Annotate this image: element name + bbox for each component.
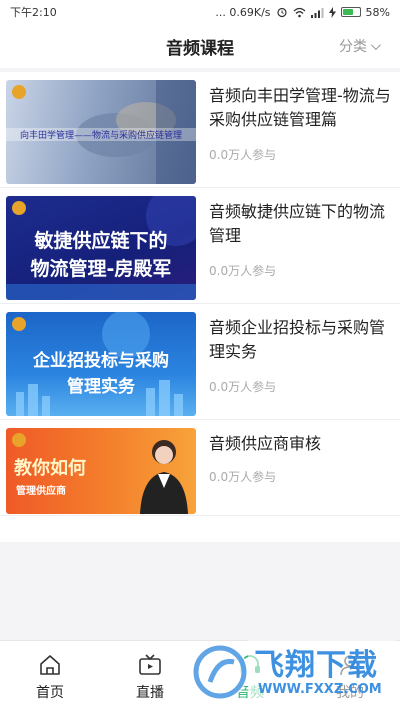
brand-logo-icon <box>12 85 26 99</box>
thumbnail-line-1: 企业招投标与采购 <box>33 351 169 371</box>
tab-label: 直播 <box>136 685 164 701</box>
course-title: 音频企业招投标与采购管理实务 <box>209 318 386 361</box>
course-title: 音频供应商审核 <box>209 434 322 453</box>
course-thumbnail: 企业招投标与采购 管理实务 <box>6 312 196 416</box>
tab-home[interactable]: 首页 <box>0 641 100 712</box>
course-list: 向丰田学管理——物流与采购供应链管理 音频向丰田学管理-物流与采购供应链管理篇 … <box>0 72 400 542</box>
status-time: 下午2:10 <box>10 6 57 19</box>
thumbnail-caption: 向丰田学管理——物流与采购供应链管理 <box>6 128 196 141</box>
battery-percent: 58% <box>365 5 390 19</box>
wifi-icon <box>293 7 305 17</box>
signal-icon <box>310 7 324 18</box>
brand-logo-icon <box>12 201 26 215</box>
user-icon <box>340 655 360 676</box>
tab-label: 首页 <box>36 685 64 701</box>
thumbnail-line-1: 教你如何 <box>14 458 86 479</box>
tab-audio[interactable]: 音频 <box>200 641 300 712</box>
tv-icon <box>139 654 161 675</box>
chevron-down-icon <box>370 39 381 50</box>
participant-count: 0.0万人参与 <box>209 148 277 162</box>
course-thumbnail: 向丰田学管理——物流与采购供应链管理 <box>6 80 196 184</box>
category-filter-button[interactable]: 分类 <box>339 36 381 56</box>
course-item[interactable]: 企业招投标与采购 管理实务 音频企业招投标与采购管理实务 0.0万人参与 <box>0 304 400 420</box>
thumbnail-line-2: 物流管理-房殿军 <box>30 258 172 280</box>
home-icon <box>40 655 60 675</box>
participant-count: 0.0万人参与 <box>209 470 277 484</box>
thumbnail-line-2: 管理实务 <box>67 377 135 397</box>
course-title: 音频向丰田学管理-物流与采购供应链管理篇 <box>209 86 391 129</box>
thumbnail-line-1: 敏捷供应链下的 <box>34 230 168 252</box>
course-thumbnail: 敏捷供应链下的 物流管理-房殿军 <box>6 196 196 300</box>
category-filter-label: 分类 <box>339 39 367 55</box>
audio-icon <box>240 655 260 673</box>
course-item[interactable]: 敏捷供应链下的 物流管理-房殿军 音频敏捷供应链下的物流管理 0.0万人参与 <box>0 188 400 304</box>
participant-count: 0.0万人参与 <box>209 264 277 278</box>
course-item[interactable]: 教你如何 管理供应商 音频供应商审核 0.0万人参与 <box>0 420 400 516</box>
course-title: 音频敏捷供应链下的物流管理 <box>209 202 386 245</box>
tab-live[interactable]: 直播 <box>100 641 200 712</box>
tab-label: 音频 <box>236 685 264 701</box>
alarm-icon <box>276 7 287 18</box>
charging-icon <box>328 6 336 18</box>
tab-label: 我的 <box>336 685 364 701</box>
thumbnail-line-2: 管理供应商 <box>16 486 66 497</box>
tab-profile[interactable]: 我的 <box>300 641 400 712</box>
course-item[interactable]: 向丰田学管理——物流与采购供应链管理 音频向丰田学管理-物流与采购供应链管理篇 … <box>0 72 400 188</box>
header: 音频课程 分类 <box>0 24 400 68</box>
battery-icon <box>340 7 361 17</box>
bottom-tab-bar: 首页 直播 音频 我的 <box>0 640 400 712</box>
brand-logo-icon <box>12 433 26 447</box>
status-bar: 下午2:10 ... 0.69K/s 58% <box>0 0 400 24</box>
course-thumbnail: 教你如何 管理供应商 <box>6 428 196 514</box>
page-title: 音频课程 <box>166 38 234 59</box>
network-speed: ... 0.69K/s <box>215 5 271 19</box>
participant-count: 0.0万人参与 <box>209 380 277 394</box>
status-indicators: ... 0.69K/s 58% <box>215 6 390 19</box>
brand-logo-icon <box>12 317 26 331</box>
